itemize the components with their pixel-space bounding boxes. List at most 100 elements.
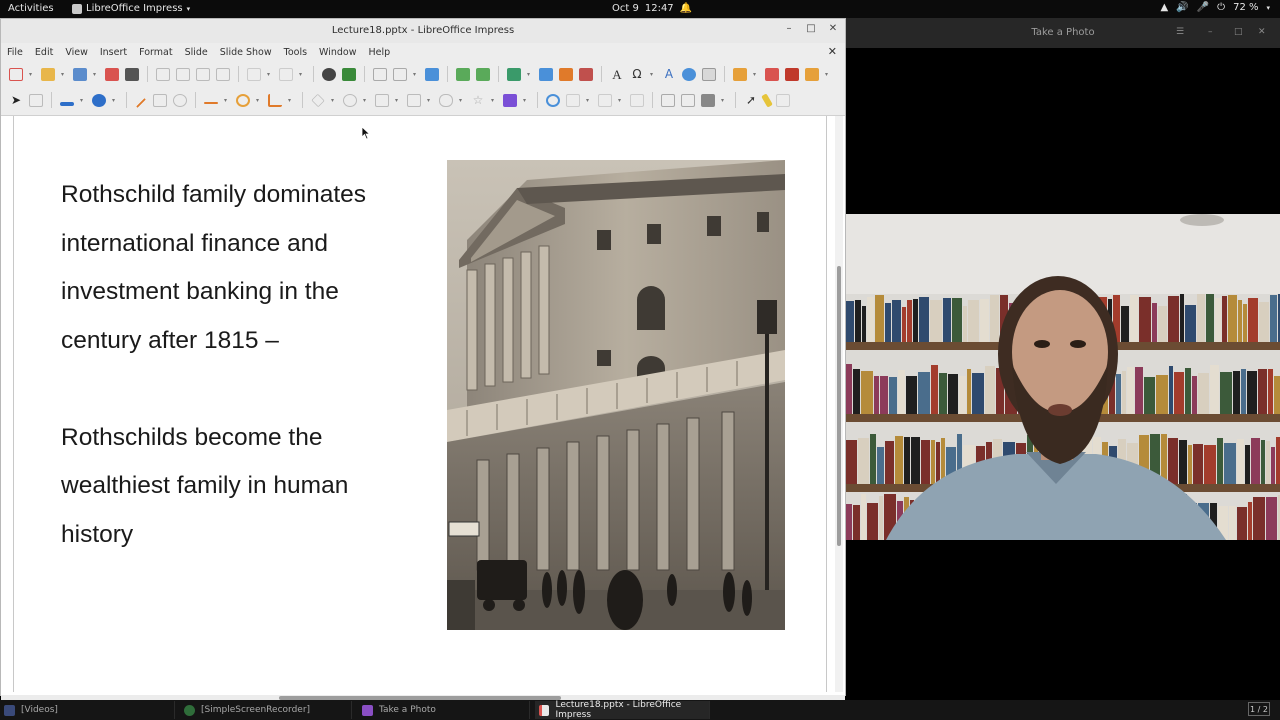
chevron-down-icon[interactable]: ▾ (363, 94, 369, 107)
chevron-down-icon[interactable]: ▾ (825, 68, 831, 81)
shadow-icon[interactable] (661, 93, 675, 107)
chevron-down-icon[interactable]: ▾ (93, 68, 99, 81)
stars-icon[interactable]: ☆ (471, 93, 485, 107)
grid-icon[interactable] (373, 67, 387, 81)
line-color-icon[interactable] (60, 102, 74, 106)
menu-format[interactable]: Format (139, 47, 172, 58)
toggle-extrusion-icon[interactable] (776, 93, 790, 107)
camera-window-titlebar[interactable]: Take a Photo ☰ – □ ✕ (846, 18, 1280, 48)
menu-view[interactable]: View (65, 47, 88, 58)
fill-color-icon[interactable] (92, 93, 106, 107)
menu-slide-show[interactable]: Slide Show (220, 47, 272, 58)
chevron-down-icon[interactable]: ▾ (413, 68, 419, 81)
chevron-down-icon[interactable]: ▾ (523, 94, 529, 107)
delete-slide-icon[interactable] (785, 67, 799, 81)
find-replace-icon[interactable] (322, 67, 336, 81)
clock[interactable]: Oct 9 12:47 🔔 (612, 3, 692, 14)
chevron-down-icon[interactable]: ▾ (29, 68, 35, 81)
chevron-down-icon[interactable]: ▾ (267, 68, 273, 81)
ellipse-icon[interactable] (173, 93, 187, 107)
display-views-icon[interactable] (393, 67, 407, 81)
spelling-icon[interactable] (342, 67, 356, 81)
chevron-down-icon[interactable]: ▾ (427, 94, 433, 107)
callouts-icon[interactable] (439, 93, 453, 107)
chevron-down-icon[interactable]: ▾ (491, 94, 497, 107)
chevron-down-icon[interactable]: ▾ (586, 94, 592, 107)
impress-titlebar[interactable]: Lecture18.pptx - LibreOffice Impress – □… (1, 19, 845, 43)
chevron-down-icon[interactable]: ▾ (299, 68, 305, 81)
chevron-down-icon[interactable]: ▾ (527, 68, 533, 81)
block-arrows-icon[interactable] (375, 93, 389, 107)
distribute-icon[interactable] (630, 93, 644, 107)
insert-slide-icon[interactable] (733, 67, 747, 81)
vertical-scrollbar-thumb[interactable] (837, 266, 841, 546)
maximize-button[interactable]: □ (803, 23, 819, 34)
chevron-down-icon[interactable]: ▾ (288, 94, 294, 107)
curves-icon[interactable] (236, 93, 250, 107)
show-draw-functions-icon[interactable] (702, 67, 716, 81)
app-menu[interactable]: LibreOffice Impress ▾ (72, 3, 190, 14)
taskbar-item-impress[interactable]: Lecture18.pptx - LibreOffice Impress (535, 700, 710, 720)
zoom-pan-icon[interactable] (29, 93, 43, 107)
open-folder-icon[interactable] (41, 67, 55, 81)
new-slide-icon[interactable] (9, 67, 23, 81)
points-icon[interactable]: ➚ (744, 93, 758, 107)
minimize-button[interactable]: – (781, 23, 797, 34)
master-slide-icon[interactable] (425, 67, 439, 81)
export-pdf-icon[interactable] (105, 67, 119, 81)
slide-editing-area[interactable]: Rothschild family dominates internationa… (1, 115, 845, 695)
chevron-down-icon[interactable]: ▾ (112, 94, 118, 107)
cut-icon[interactable] (156, 67, 170, 81)
start-from-current-icon[interactable] (476, 67, 490, 81)
save-icon[interactable] (73, 67, 87, 81)
chevron-down-icon[interactable]: ▾ (459, 94, 465, 107)
status-area[interactable]: ▲ 🔊 🎤 ⏻ 72 % ▾ (1161, 2, 1270, 13)
insert-line-icon[interactable] (136, 98, 146, 108)
menu-slide[interactable]: Slide (185, 47, 208, 58)
connectors-icon[interactable] (268, 93, 282, 107)
align-objects-icon[interactable] (566, 93, 580, 107)
select-pointer-icon[interactable]: ➤ (9, 93, 23, 107)
taskbar-item-take-a-photo[interactable]: Take a Photo (358, 701, 530, 719)
taskbar-item-screen-recorder[interactable]: [SimpleScreenRecorder] (180, 701, 352, 719)
flowchart-icon[interactable] (407, 93, 421, 107)
slide-text-box[interactable]: Rothschild family dominates internationa… (61, 171, 431, 559)
glue-points-icon[interactable] (761, 92, 773, 108)
bank-building-photo[interactable] (447, 160, 785, 630)
print-icon[interactable] (125, 67, 139, 81)
duplicate-slide-icon[interactable] (765, 67, 779, 81)
rotate-icon[interactable] (546, 93, 560, 107)
chevron-down-icon[interactable]: ▾ (395, 94, 401, 107)
crop-icon[interactable] (681, 93, 695, 107)
arrange-icon[interactable] (598, 93, 612, 107)
chevron-down-icon[interactable]: ▾ (61, 68, 67, 81)
undo-icon[interactable] (247, 67, 261, 81)
camera-close-button[interactable]: ✕ (1258, 27, 1266, 37)
rectangle-icon[interactable] (153, 93, 167, 107)
close-window-button[interactable]: ✕ (825, 23, 841, 34)
taskbar-item-videos[interactable]: [Videos] (0, 701, 175, 719)
symbol-shapes-icon[interactable] (343, 93, 357, 107)
redo-icon[interactable] (279, 67, 293, 81)
menu-insert[interactable]: Insert (100, 47, 127, 58)
close-document-button[interactable]: ✕ (828, 45, 837, 58)
menu-edit[interactable]: Edit (35, 47, 53, 58)
insert-media-icon[interactable] (559, 67, 573, 81)
chevron-down-icon[interactable]: ▾ (618, 94, 624, 107)
start-from-first-icon[interactable] (456, 67, 470, 81)
activities-button[interactable]: Activities (8, 3, 54, 14)
chevron-down-icon[interactable]: ▾ (331, 94, 337, 107)
menu-window[interactable]: Window (319, 47, 356, 58)
chevron-down-icon[interactable]: ▾ (650, 68, 656, 81)
camera-menu-icon[interactable]: ☰ (1176, 27, 1184, 37)
insert-chart-icon[interactable] (579, 67, 593, 81)
menu-tools[interactable]: Tools (284, 47, 307, 58)
special-character-icon[interactable]: Ω (630, 67, 644, 81)
filter-icon[interactable] (701, 93, 715, 107)
chevron-down-icon[interactable]: ▾ (80, 94, 86, 107)
vertical-scrollbar[interactable] (835, 116, 843, 692)
insert-table-icon[interactable] (507, 67, 521, 81)
basic-shapes-icon[interactable] (311, 93, 325, 107)
chevron-down-icon[interactable]: ▾ (224, 94, 230, 107)
fontwork-icon[interactable]: A (662, 67, 676, 81)
